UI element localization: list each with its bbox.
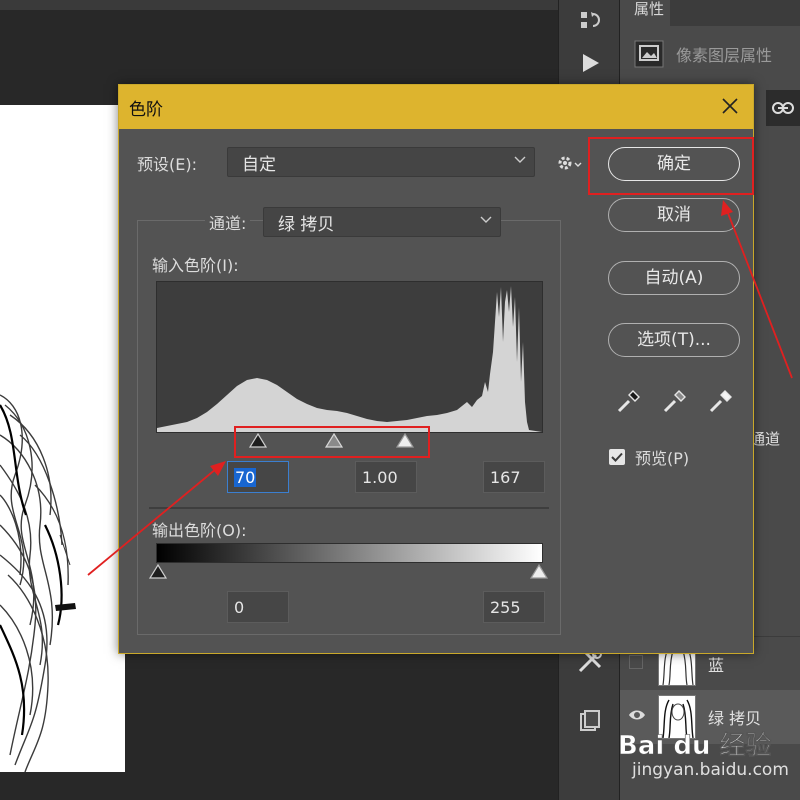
white-eyedropper-icon[interactable] xyxy=(707,387,735,415)
play-icon[interactable] xyxy=(575,48,605,78)
close-icon[interactable] xyxy=(719,95,741,117)
channel-select[interactable]: 绿 拷贝 xyxy=(263,207,501,237)
dialog-title: 色阶 xyxy=(129,100,163,120)
checkmark-icon xyxy=(611,452,623,462)
output-white-handle[interactable] xyxy=(529,564,549,580)
tab-strip xyxy=(0,0,558,10)
channels-tab-label[interactable]: 通道 xyxy=(750,428,780,449)
output-white-value: 255 xyxy=(490,598,521,617)
properties-header: 像素图层属性 xyxy=(634,36,772,72)
preset-value: 自定 xyxy=(242,155,276,175)
histogram xyxy=(156,281,543,433)
baidu-watermark: Bai du 经验 xyxy=(618,724,798,794)
input-gamma-value: 1.00 xyxy=(362,468,398,487)
input-white-value: 167 xyxy=(490,468,521,487)
image-canvas[interactable] xyxy=(0,105,125,772)
gray-eyedropper-icon[interactable] xyxy=(661,387,689,415)
link-icon[interactable] xyxy=(766,90,800,126)
watermark-url: jingyan.baidu.com xyxy=(632,760,789,780)
black-eyedropper-icon[interactable] xyxy=(615,387,643,415)
chevron-down-icon xyxy=(514,156,526,163)
output-black-field[interactable]: 0 xyxy=(227,591,289,623)
gear-icon[interactable] xyxy=(555,151,583,175)
layer-name: 蓝 xyxy=(708,655,725,675)
channel-value: 绿 拷贝 xyxy=(278,215,335,235)
properties-tab-bar: 属性 xyxy=(620,0,800,26)
options-button[interactable]: 选项(T)... xyxy=(608,323,740,357)
svg-text:Bai du 经验: Bai du 经验 xyxy=(618,730,772,761)
portrait-image xyxy=(0,394,76,772)
annotation-box-ok xyxy=(588,137,754,195)
layer-comps-icon[interactable] xyxy=(575,706,605,736)
pixel-layer-icon xyxy=(634,40,664,68)
preview-option[interactable]: 预览(P) xyxy=(609,445,689,469)
eye-icon[interactable] xyxy=(628,708,646,722)
input-gamma-field[interactable]: 1.00 xyxy=(355,461,417,493)
input-black-value: 70 xyxy=(234,468,257,487)
input-levels-label: 输入色阶(I): xyxy=(152,256,239,275)
properties-title: 像素图层属性 xyxy=(676,46,773,65)
preview-label: 预览(P) xyxy=(635,449,690,468)
output-black-handle[interactable] xyxy=(148,564,168,580)
output-gradient-bar xyxy=(156,543,543,563)
chevron-down-icon xyxy=(480,216,492,223)
tab-properties[interactable]: 属性 xyxy=(620,0,670,26)
output-slider-track[interactable] xyxy=(148,563,549,581)
auto-button[interactable]: 自动(A) xyxy=(608,261,740,295)
history-icon[interactable] xyxy=(575,6,605,36)
baidu-logo: Bai du 经验 xyxy=(618,730,772,762)
input-white-field[interactable]: 167 xyxy=(483,461,545,493)
preview-checkbox[interactable] xyxy=(609,449,625,465)
visibility-toggle[interactable] xyxy=(629,655,643,669)
channel-label: 通道: xyxy=(205,210,251,234)
divider xyxy=(149,507,549,509)
output-levels-label: 输出色阶(O): xyxy=(152,521,247,540)
output-black-value: 0 xyxy=(234,598,245,617)
cancel-button[interactable]: 取消 xyxy=(608,198,740,232)
output-white-field[interactable]: 255 xyxy=(483,591,545,623)
annotation-box-sliders xyxy=(234,426,430,458)
input-black-field[interactable]: 70 xyxy=(227,461,289,493)
preset-select[interactable]: 自定 xyxy=(227,147,535,177)
dialog-titlebar[interactable]: 色阶 xyxy=(119,85,753,129)
histogram-graph xyxy=(157,286,542,432)
preset-label: 预设(E): xyxy=(137,155,197,174)
